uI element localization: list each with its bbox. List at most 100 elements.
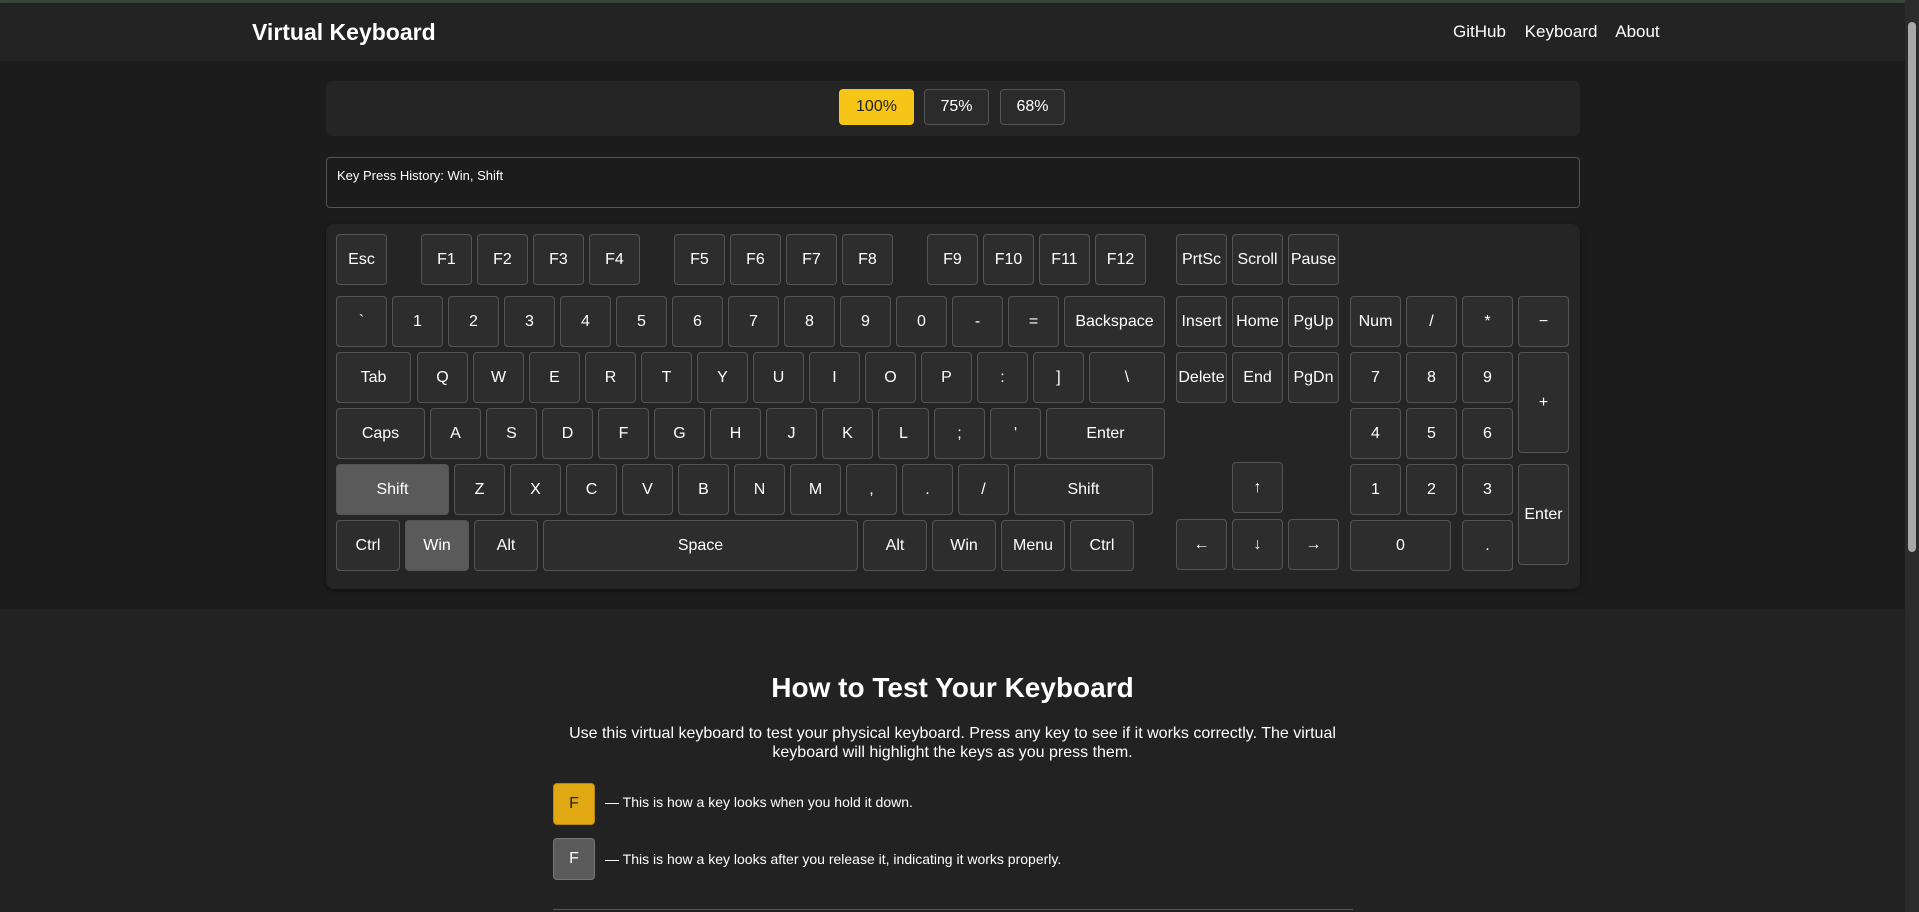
key-4[interactable]: 4 xyxy=(560,296,611,347)
key-backslash[interactable]: \ xyxy=(1089,352,1165,403)
key-f2[interactable]: F2 xyxy=(477,234,528,285)
key-y[interactable]: Y xyxy=(697,352,748,403)
nav-link-keyboard[interactable]: Keyboard xyxy=(1525,22,1598,41)
key-backtick[interactable]: ` xyxy=(336,296,387,347)
key-x[interactable]: X xyxy=(510,464,561,515)
key-space[interactable]: Space xyxy=(543,520,858,571)
key-colon[interactable]: : xyxy=(977,352,1028,403)
key-num-3[interactable]: 3 xyxy=(1462,464,1513,515)
size-75-button[interactable]: 75% xyxy=(924,89,989,125)
key-comma[interactable]: , xyxy=(846,464,897,515)
key-j[interactable]: J xyxy=(766,408,817,459)
key-q[interactable]: Q xyxy=(417,352,468,403)
key-f7[interactable]: F7 xyxy=(786,234,837,285)
key-num-decimal[interactable]: . xyxy=(1462,520,1513,571)
size-68-button[interactable]: 68% xyxy=(1000,89,1065,125)
key-num-5[interactable]: 5 xyxy=(1406,408,1457,459)
key-f8[interactable]: F8 xyxy=(842,234,893,285)
key-6[interactable]: 6 xyxy=(672,296,723,347)
key-esc[interactable]: Esc xyxy=(336,234,387,285)
key-m[interactable]: M xyxy=(790,464,841,515)
key-pause[interactable]: Pause xyxy=(1288,234,1339,285)
key-left-ctrl[interactable]: Ctrl xyxy=(336,520,400,571)
key-numlock[interactable]: Num xyxy=(1350,296,1401,347)
key-right-shift[interactable]: Shift xyxy=(1014,464,1153,515)
nav-link-github[interactable]: GitHub xyxy=(1453,22,1506,41)
key-arrow-right[interactable]: → xyxy=(1288,519,1339,570)
key-f4[interactable]: F4 xyxy=(589,234,640,285)
key-num-0[interactable]: 0 xyxy=(1350,520,1451,571)
key-num-multiply[interactable]: * xyxy=(1462,296,1513,347)
key-f6[interactable]: F6 xyxy=(730,234,781,285)
key-f[interactable]: F xyxy=(598,408,649,459)
key-pgdn[interactable]: PgDn xyxy=(1288,352,1339,403)
key-f1[interactable]: F1 xyxy=(421,234,472,285)
key-p[interactable]: P xyxy=(921,352,972,403)
key-minus[interactable]: - xyxy=(952,296,1003,347)
key-left-shift[interactable]: Shift xyxy=(336,464,449,515)
key-num-minus[interactable]: − xyxy=(1518,296,1569,347)
key-num-divide[interactable]: / xyxy=(1406,296,1457,347)
key-a[interactable]: A xyxy=(430,408,481,459)
key-w[interactable]: W xyxy=(473,352,524,403)
key-l[interactable]: L xyxy=(878,408,929,459)
key-9[interactable]: 9 xyxy=(840,296,891,347)
key-left-alt[interactable]: Alt xyxy=(474,520,538,571)
scrollbar-thumb[interactable] xyxy=(1908,22,1916,552)
key-num-1[interactable]: 1 xyxy=(1350,464,1401,515)
key-equals[interactable]: = xyxy=(1008,296,1059,347)
key-f12[interactable]: F12 xyxy=(1095,234,1146,285)
key-right-win[interactable]: Win xyxy=(932,520,996,571)
key-right-ctrl[interactable]: Ctrl xyxy=(1070,520,1134,571)
key-r[interactable]: R xyxy=(585,352,636,403)
key-insert[interactable]: Insert xyxy=(1176,296,1227,347)
key-u[interactable]: U xyxy=(753,352,804,403)
key-num-enter[interactable]: Enter xyxy=(1518,464,1569,565)
key-5[interactable]: 5 xyxy=(616,296,667,347)
key-num-8[interactable]: 8 xyxy=(1406,352,1457,403)
key-v[interactable]: V xyxy=(622,464,673,515)
key-num-2[interactable]: 2 xyxy=(1406,464,1457,515)
key-s[interactable]: S xyxy=(486,408,537,459)
key-n[interactable]: N xyxy=(734,464,785,515)
key-num-4[interactable]: 4 xyxy=(1350,408,1401,459)
key-2[interactable]: 2 xyxy=(448,296,499,347)
key-num-6[interactable]: 6 xyxy=(1462,408,1513,459)
key-right-bracket[interactable]: ] xyxy=(1033,352,1084,403)
key-scroll[interactable]: Scroll xyxy=(1232,234,1283,285)
key-f5[interactable]: F5 xyxy=(674,234,725,285)
key-b[interactable]: B xyxy=(678,464,729,515)
key-d[interactable]: D xyxy=(542,408,593,459)
key-right-alt[interactable]: Alt xyxy=(863,520,927,571)
key-pgup[interactable]: PgUp xyxy=(1288,296,1339,347)
key-arrow-down[interactable]: ↓ xyxy=(1232,519,1283,570)
key-menu[interactable]: Menu xyxy=(1001,520,1065,571)
key-f11[interactable]: F11 xyxy=(1039,234,1090,285)
app-title[interactable]: Virtual Keyboard xyxy=(252,19,436,46)
key-z[interactable]: Z xyxy=(454,464,505,515)
nav-link-about[interactable]: About xyxy=(1615,22,1659,41)
key-arrow-left[interactable]: ← xyxy=(1176,519,1227,570)
key-num-plus[interactable]: + xyxy=(1518,352,1569,453)
key-prtsc[interactable]: PrtSc xyxy=(1176,234,1227,285)
key-tab[interactable]: Tab xyxy=(336,352,411,403)
key-caps[interactable]: Caps xyxy=(336,408,425,459)
key-left-win[interactable]: Win xyxy=(405,520,469,571)
key-num-7[interactable]: 7 xyxy=(1350,352,1401,403)
key-c[interactable]: C xyxy=(566,464,617,515)
key-num-9[interactable]: 9 xyxy=(1462,352,1513,403)
key-i[interactable]: I xyxy=(809,352,860,403)
key-g[interactable]: G xyxy=(654,408,705,459)
key-t[interactable]: T xyxy=(641,352,692,403)
key-f10[interactable]: F10 xyxy=(983,234,1034,285)
key-7[interactable]: 7 xyxy=(728,296,779,347)
key-arrow-up[interactable]: ↑ xyxy=(1232,462,1283,513)
size-100-button[interactable]: 100% xyxy=(839,89,914,125)
key-home[interactable]: Home xyxy=(1232,296,1283,347)
key-f3[interactable]: F3 xyxy=(533,234,584,285)
key-8[interactable]: 8 xyxy=(784,296,835,347)
key-f9[interactable]: F9 xyxy=(927,234,978,285)
key-3[interactable]: 3 xyxy=(504,296,555,347)
key-enter[interactable]: Enter xyxy=(1046,408,1165,459)
key-semicolon[interactable]: ; xyxy=(934,408,985,459)
